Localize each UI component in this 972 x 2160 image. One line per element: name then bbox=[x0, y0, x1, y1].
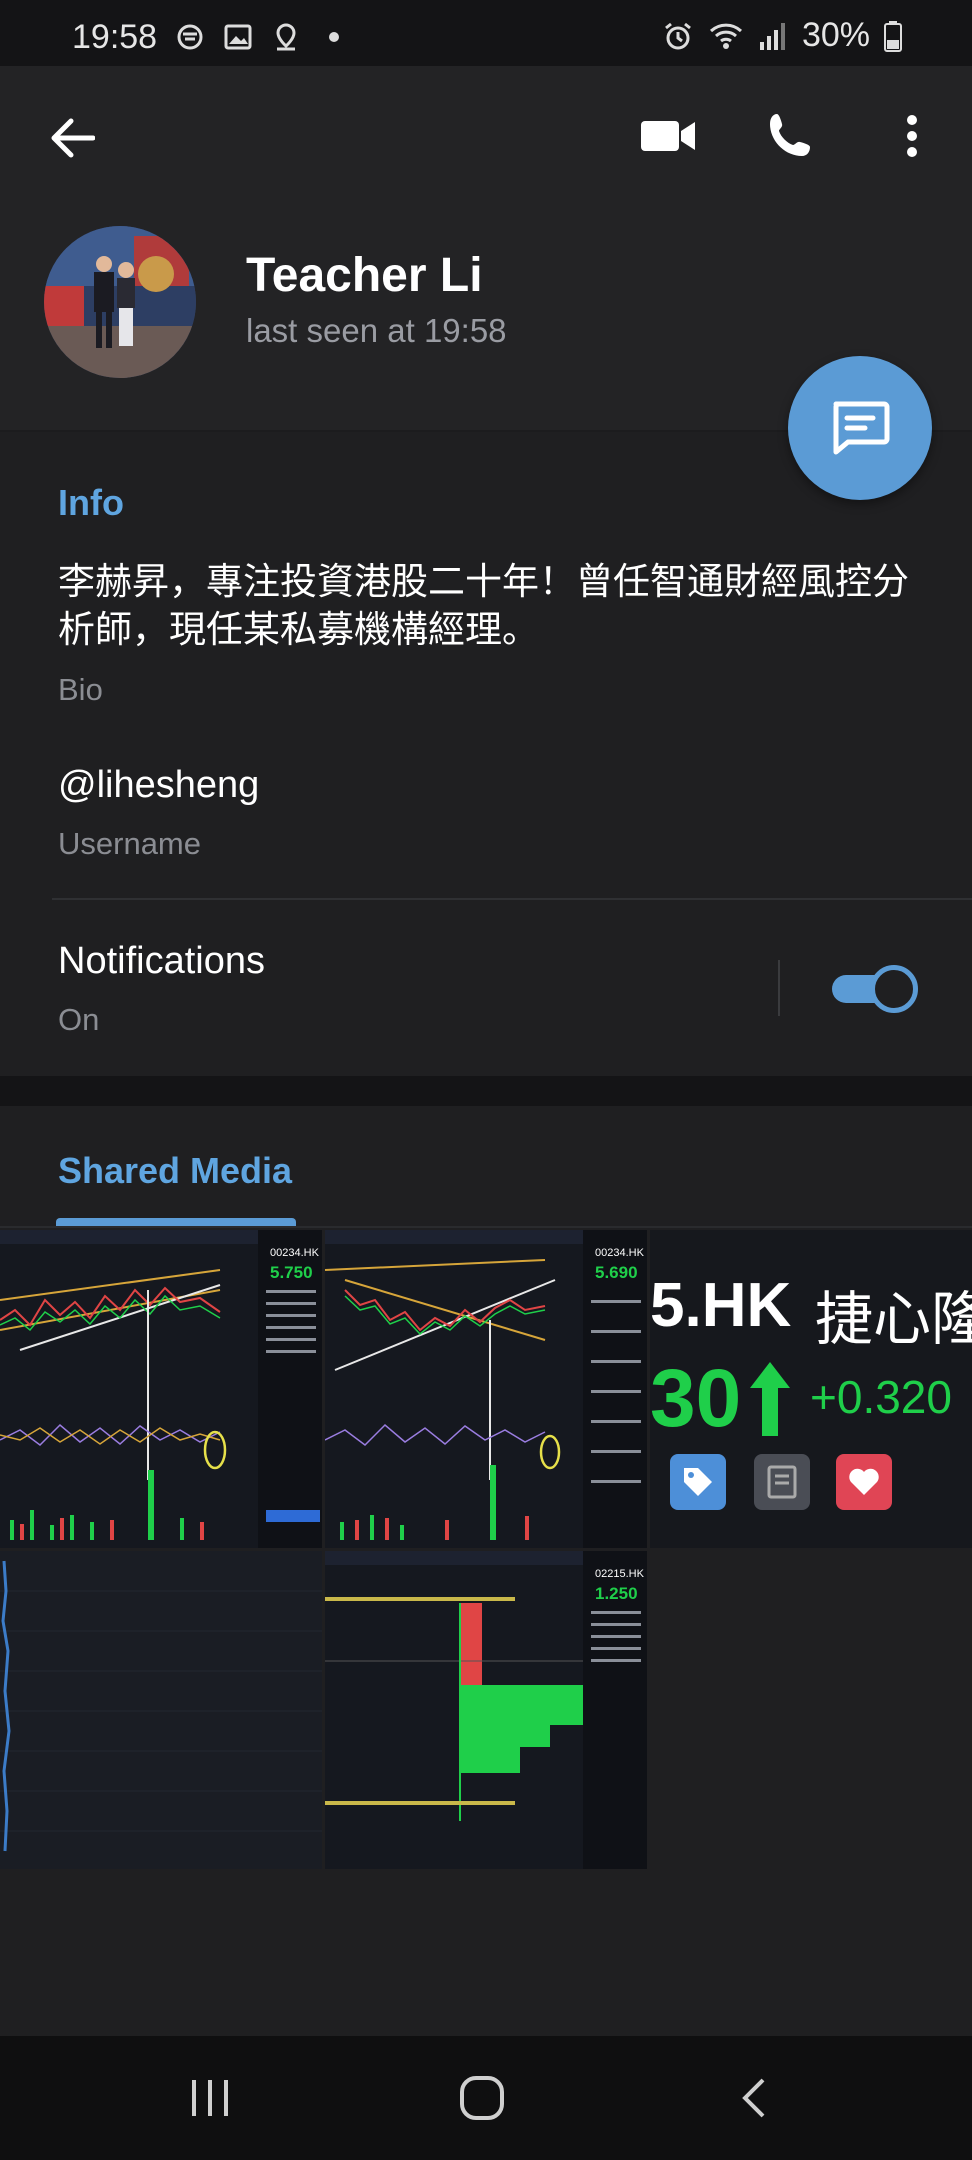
gallery-icon bbox=[224, 24, 252, 50]
thumb3-ticker: 5.HK bbox=[650, 1271, 792, 1340]
toggle-separator bbox=[778, 960, 780, 1016]
battery-icon bbox=[884, 20, 902, 52]
voice-call-button[interactable] bbox=[762, 108, 818, 164]
signal-icon bbox=[759, 22, 785, 50]
location-icon bbox=[276, 23, 296, 51]
dot-icon bbox=[329, 32, 339, 42]
thumb3-price: 30 bbox=[650, 1353, 742, 1444]
order-book-thumbnail: 02215.HK 1.250 bbox=[325, 1551, 647, 1869]
info-title: Info bbox=[58, 482, 124, 523]
heart-icon bbox=[836, 1454, 892, 1510]
media-thumbnail[interactable]: 00234.HK 5.690 bbox=[325, 1230, 647, 1548]
system-nav-bar bbox=[0, 2036, 972, 2160]
chevron-left-icon bbox=[742, 2078, 765, 2118]
message-icon bbox=[833, 401, 890, 455]
section-gap bbox=[0, 1076, 972, 1106]
media-thumbnail[interactable] bbox=[0, 1551, 322, 1869]
app-icon bbox=[177, 24, 203, 50]
back-nav-button[interactable] bbox=[714, 2066, 794, 2130]
thumb3-change: +0.320 bbox=[810, 1371, 952, 1423]
battery-percentage: 30% bbox=[801, 16, 870, 54]
thumb2-code: 00234.HK bbox=[595, 1247, 645, 1259]
thumb2-price: 5.690 bbox=[595, 1263, 638, 1282]
status-left-icons bbox=[175, 22, 349, 52]
phone-icon bbox=[770, 114, 810, 156]
arrow-up-icon bbox=[750, 1362, 790, 1436]
thumb3-name: 捷心隆 bbox=[815, 1287, 972, 1352]
avatar[interactable] bbox=[44, 226, 196, 378]
more-vertical-icon bbox=[907, 115, 917, 157]
back-button[interactable] bbox=[44, 110, 100, 166]
more-options-button[interactable] bbox=[888, 108, 936, 164]
tab-underline bbox=[0, 1226, 972, 1228]
home-icon bbox=[460, 2076, 504, 2120]
media-thumbnail[interactable]: 00234.HK 5.750 bbox=[0, 1230, 322, 1548]
notifications-toggle[interactable] bbox=[830, 962, 918, 1014]
stock-chart-thumbnail: 00234.HK 5.690 bbox=[325, 1230, 647, 1548]
alarm-icon bbox=[665, 22, 691, 49]
tag-icon bbox=[670, 1454, 726, 1510]
chart-thumbnail bbox=[0, 1551, 322, 1869]
recent-apps-icon bbox=[192, 2080, 228, 2116]
notifications-label[interactable]: Notifications bbox=[58, 940, 265, 983]
thumb5-price: 1.250 bbox=[595, 1584, 638, 1603]
last-seen-status: last seen at 19:58 bbox=[246, 312, 507, 349]
username-label: Username bbox=[58, 826, 201, 861]
status-right-icons: 30% bbox=[662, 16, 902, 55]
status-bar: 19:58 30% bbox=[0, 0, 972, 66]
shared-media-tab[interactable]: Shared Media bbox=[58, 1150, 292, 1192]
arrow-left-icon bbox=[51, 118, 95, 158]
video-call-button[interactable] bbox=[638, 108, 698, 164]
bio-text[interactable]: 李赫昇，專注投資港股二十年！曾任智通財經風控分析師，現任某私募機構經理。 bbox=[58, 558, 938, 654]
toggle-knob bbox=[870, 965, 918, 1013]
send-message-button[interactable] bbox=[788, 356, 932, 500]
profile-name: Teacher Li bbox=[246, 249, 483, 302]
thumb5-code: 02215.HK bbox=[595, 1568, 645, 1580]
notifications-state: On bbox=[58, 1002, 100, 1037]
thumb1-code: 00234.HK bbox=[270, 1247, 320, 1259]
media-thumbnail[interactable]: 02215.HK 1.250 bbox=[325, 1551, 647, 1869]
recent-apps-button[interactable] bbox=[170, 2066, 250, 2130]
shared-media-section: Shared Media 00234.HK 5.750 00234.HK 5.6… bbox=[0, 1106, 972, 2036]
tab-indicator bbox=[56, 1218, 296, 1226]
note-icon bbox=[754, 1454, 810, 1510]
status-time: 19:58 bbox=[72, 18, 158, 56]
divider bbox=[52, 898, 972, 900]
media-thumbnail[interactable]: 5.HK 捷心隆 30 +0.320 bbox=[650, 1230, 972, 1548]
wifi-icon bbox=[709, 23, 742, 49]
avatar-photo bbox=[44, 226, 196, 378]
video-camera-icon bbox=[641, 121, 695, 151]
home-button[interactable] bbox=[442, 2066, 522, 2130]
username-value[interactable]: @lihesheng bbox=[58, 764, 259, 807]
info-section: Info 李赫昇，專注投資港股二十年！曾任智通財經風控分析師，現任某私募機構經理… bbox=[0, 432, 972, 1076]
stock-chart-thumbnail: 00234.HK 5.750 bbox=[0, 1230, 322, 1548]
thumb1-price: 5.750 bbox=[270, 1263, 313, 1282]
bio-label: Bio bbox=[58, 672, 103, 707]
